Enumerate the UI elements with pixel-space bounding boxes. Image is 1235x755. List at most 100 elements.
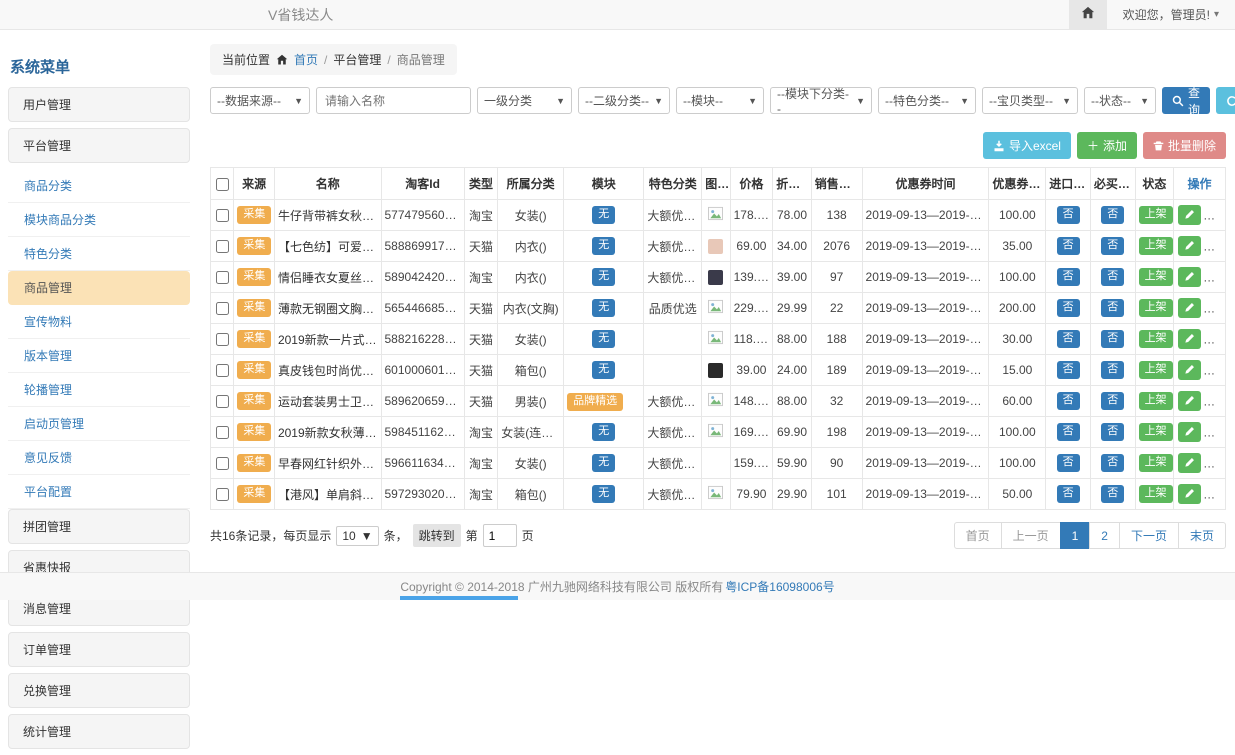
row-checkbox[interactable] [216,364,229,377]
batch-delete-button[interactable]: 批量删除 [1143,132,1226,159]
breadcrumb-home-link[interactable]: 首页 [294,51,318,68]
must-buy-badge[interactable]: 否 [1101,237,1124,254]
row-checkbox[interactable] [216,395,229,408]
must-buy-badge[interactable]: 否 [1101,206,1124,223]
filter-select-item-type[interactable]: --宝贝类型--▼ [982,87,1078,114]
status-badge[interactable]: 上架 [1139,330,1173,347]
jump-button[interactable]: 跳转到 [413,524,461,547]
must-buy-badge[interactable]: 否 [1101,361,1124,378]
must-buy-badge[interactable]: 否 [1101,330,1124,347]
import-select-badge[interactable]: 否 [1057,423,1080,440]
edit-button[interactable] [1178,267,1201,287]
sidebar-item-12[interactable]: 拼团管理 [8,509,190,544]
must-buy-badge[interactable]: 否 [1101,485,1124,502]
sidebar-item-0[interactable]: 用户管理 [8,87,190,122]
table-header-row: 来源名称淘客Id类型所属分类模块特色分类图标价格折后价销售数量优惠券时间优惠券金… [211,168,1226,200]
page-button-2[interactable]: 2 [1089,522,1120,549]
sidebar-item-5[interactable]: 商品管理 [8,271,190,305]
status-badge[interactable]: 上架 [1139,392,1173,409]
sidebar-item-17[interactable]: 统计管理 [8,714,190,749]
row-checkbox[interactable] [216,488,229,501]
filter-select-module-subcategory[interactable]: --模块下分类--▼ [770,87,872,114]
filter-select-category-level2[interactable]: --二级分类--▼ [578,87,670,114]
status-badge[interactable]: 上架 [1139,361,1173,378]
row-checkbox[interactable] [216,457,229,470]
sidebar-item-11[interactable]: 平台配置 [8,475,190,509]
sidebar-item-8[interactable]: 轮播管理 [8,373,190,407]
icp-link[interactable]: 粤ICP备16098006号 [725,578,834,595]
must-buy-badge[interactable]: 否 [1101,268,1124,285]
status-badge[interactable]: 上架 [1139,454,1173,471]
must-buy-badge[interactable]: 否 [1101,299,1124,316]
import-select-badge[interactable]: 否 [1057,485,1080,502]
status-badge[interactable]: 上架 [1139,268,1173,285]
row-checkbox[interactable] [216,333,229,346]
row-checkbox[interactable] [216,240,229,253]
must-buy-badge[interactable]: 否 [1101,454,1124,471]
edit-button[interactable] [1178,329,1201,349]
row-checkbox[interactable] [216,426,229,439]
sidebar-item-3[interactable]: 模块商品分类 [8,203,190,237]
icon-cell [702,448,730,479]
status-badge[interactable]: 上架 [1139,237,1173,254]
sidebar-item-15[interactable]: 订单管理 [8,632,190,667]
edit-button[interactable] [1178,484,1201,504]
must-buy-badge[interactable]: 否 [1101,392,1124,409]
sidebar-item-4[interactable]: 特色分类 [8,237,190,271]
sidebar-item-10[interactable]: 意见反馈 [8,441,190,475]
edit-button[interactable] [1178,453,1201,473]
page-button-末页[interactable]: 末页 [1178,522,1226,549]
page-button-下一页[interactable]: 下一页 [1119,522,1179,549]
filter-select-feature-category[interactable]: --特色分类--▼ [878,87,976,114]
sidebar-item-1[interactable]: 平台管理 [8,128,190,163]
home-button[interactable] [1069,0,1107,30]
edit-button[interactable] [1178,205,1201,225]
must-buy-badge[interactable]: 否 [1101,423,1124,440]
sidebar-item-6[interactable]: 宣传物料 [8,305,190,339]
import-excel-button[interactable]: 导入excel [983,132,1071,159]
import-select-badge[interactable]: 否 [1057,206,1080,223]
page-number-input[interactable] [483,524,517,547]
name-input[interactable] [316,87,471,114]
import-select-badge[interactable]: 否 [1057,237,1080,254]
filter-select-module[interactable]: --模块--▼ [676,87,764,114]
select-all-checkbox[interactable] [216,178,229,191]
edit-button[interactable] [1178,422,1201,442]
filter-select-data-source[interactable]: --数据来源--▼ [210,87,310,114]
row-checkbox[interactable] [216,302,229,315]
edit-button[interactable] [1178,360,1201,380]
import-select-badge[interactable]: 否 [1057,330,1080,347]
import-select-badge[interactable]: 否 [1057,361,1080,378]
import-select-badge[interactable]: 否 [1057,268,1080,285]
page-button-上一页[interactable]: 上一页 [1001,522,1061,549]
row-checkbox[interactable] [216,209,229,222]
sidebar-item-2[interactable]: 商品分类 [8,169,190,203]
per-page-select[interactable]: 10 ▼ [336,526,378,546]
add-button[interactable]: ＋ 添加 [1077,132,1137,159]
user-menu[interactable]: 欢迎您，管理员! ▾ [1107,0,1235,30]
breadcrumb-item: 平台管理 [333,51,381,68]
sidebar-item-9[interactable]: 启动页管理 [8,407,190,441]
reset-button[interactable]: 重置 [1216,87,1235,114]
sidebar-item-16[interactable]: 兑换管理 [8,673,190,708]
search-button[interactable]: 查询 [1162,87,1210,114]
import-select-badge[interactable]: 否 [1057,299,1080,316]
sidebar-item-7[interactable]: 版本管理 [8,339,190,373]
import-select-badge[interactable]: 否 [1057,392,1080,409]
edit-button[interactable] [1178,391,1201,411]
coupon-amount: 15.00 [989,355,1046,386]
edit-button[interactable] [1178,298,1201,318]
page-button-首页[interactable]: 首页 [954,522,1002,549]
import-select-badge[interactable]: 否 [1057,454,1080,471]
icon-cell [702,417,730,448]
status-badge[interactable]: 上架 [1139,485,1173,502]
filter-select-category-level1[interactable]: 一级分类▼ [477,87,572,114]
status-badge[interactable]: 上架 [1139,206,1173,223]
status-badge[interactable]: 上架 [1139,299,1173,316]
filter-select-status[interactable]: --状态--▼ [1084,87,1156,114]
edit-button[interactable] [1178,236,1201,256]
status-badge[interactable]: 上架 [1139,423,1173,440]
page-button-1[interactable]: 1 [1060,522,1091,549]
row-checkbox[interactable] [216,271,229,284]
product-category: 女装() [498,324,564,355]
